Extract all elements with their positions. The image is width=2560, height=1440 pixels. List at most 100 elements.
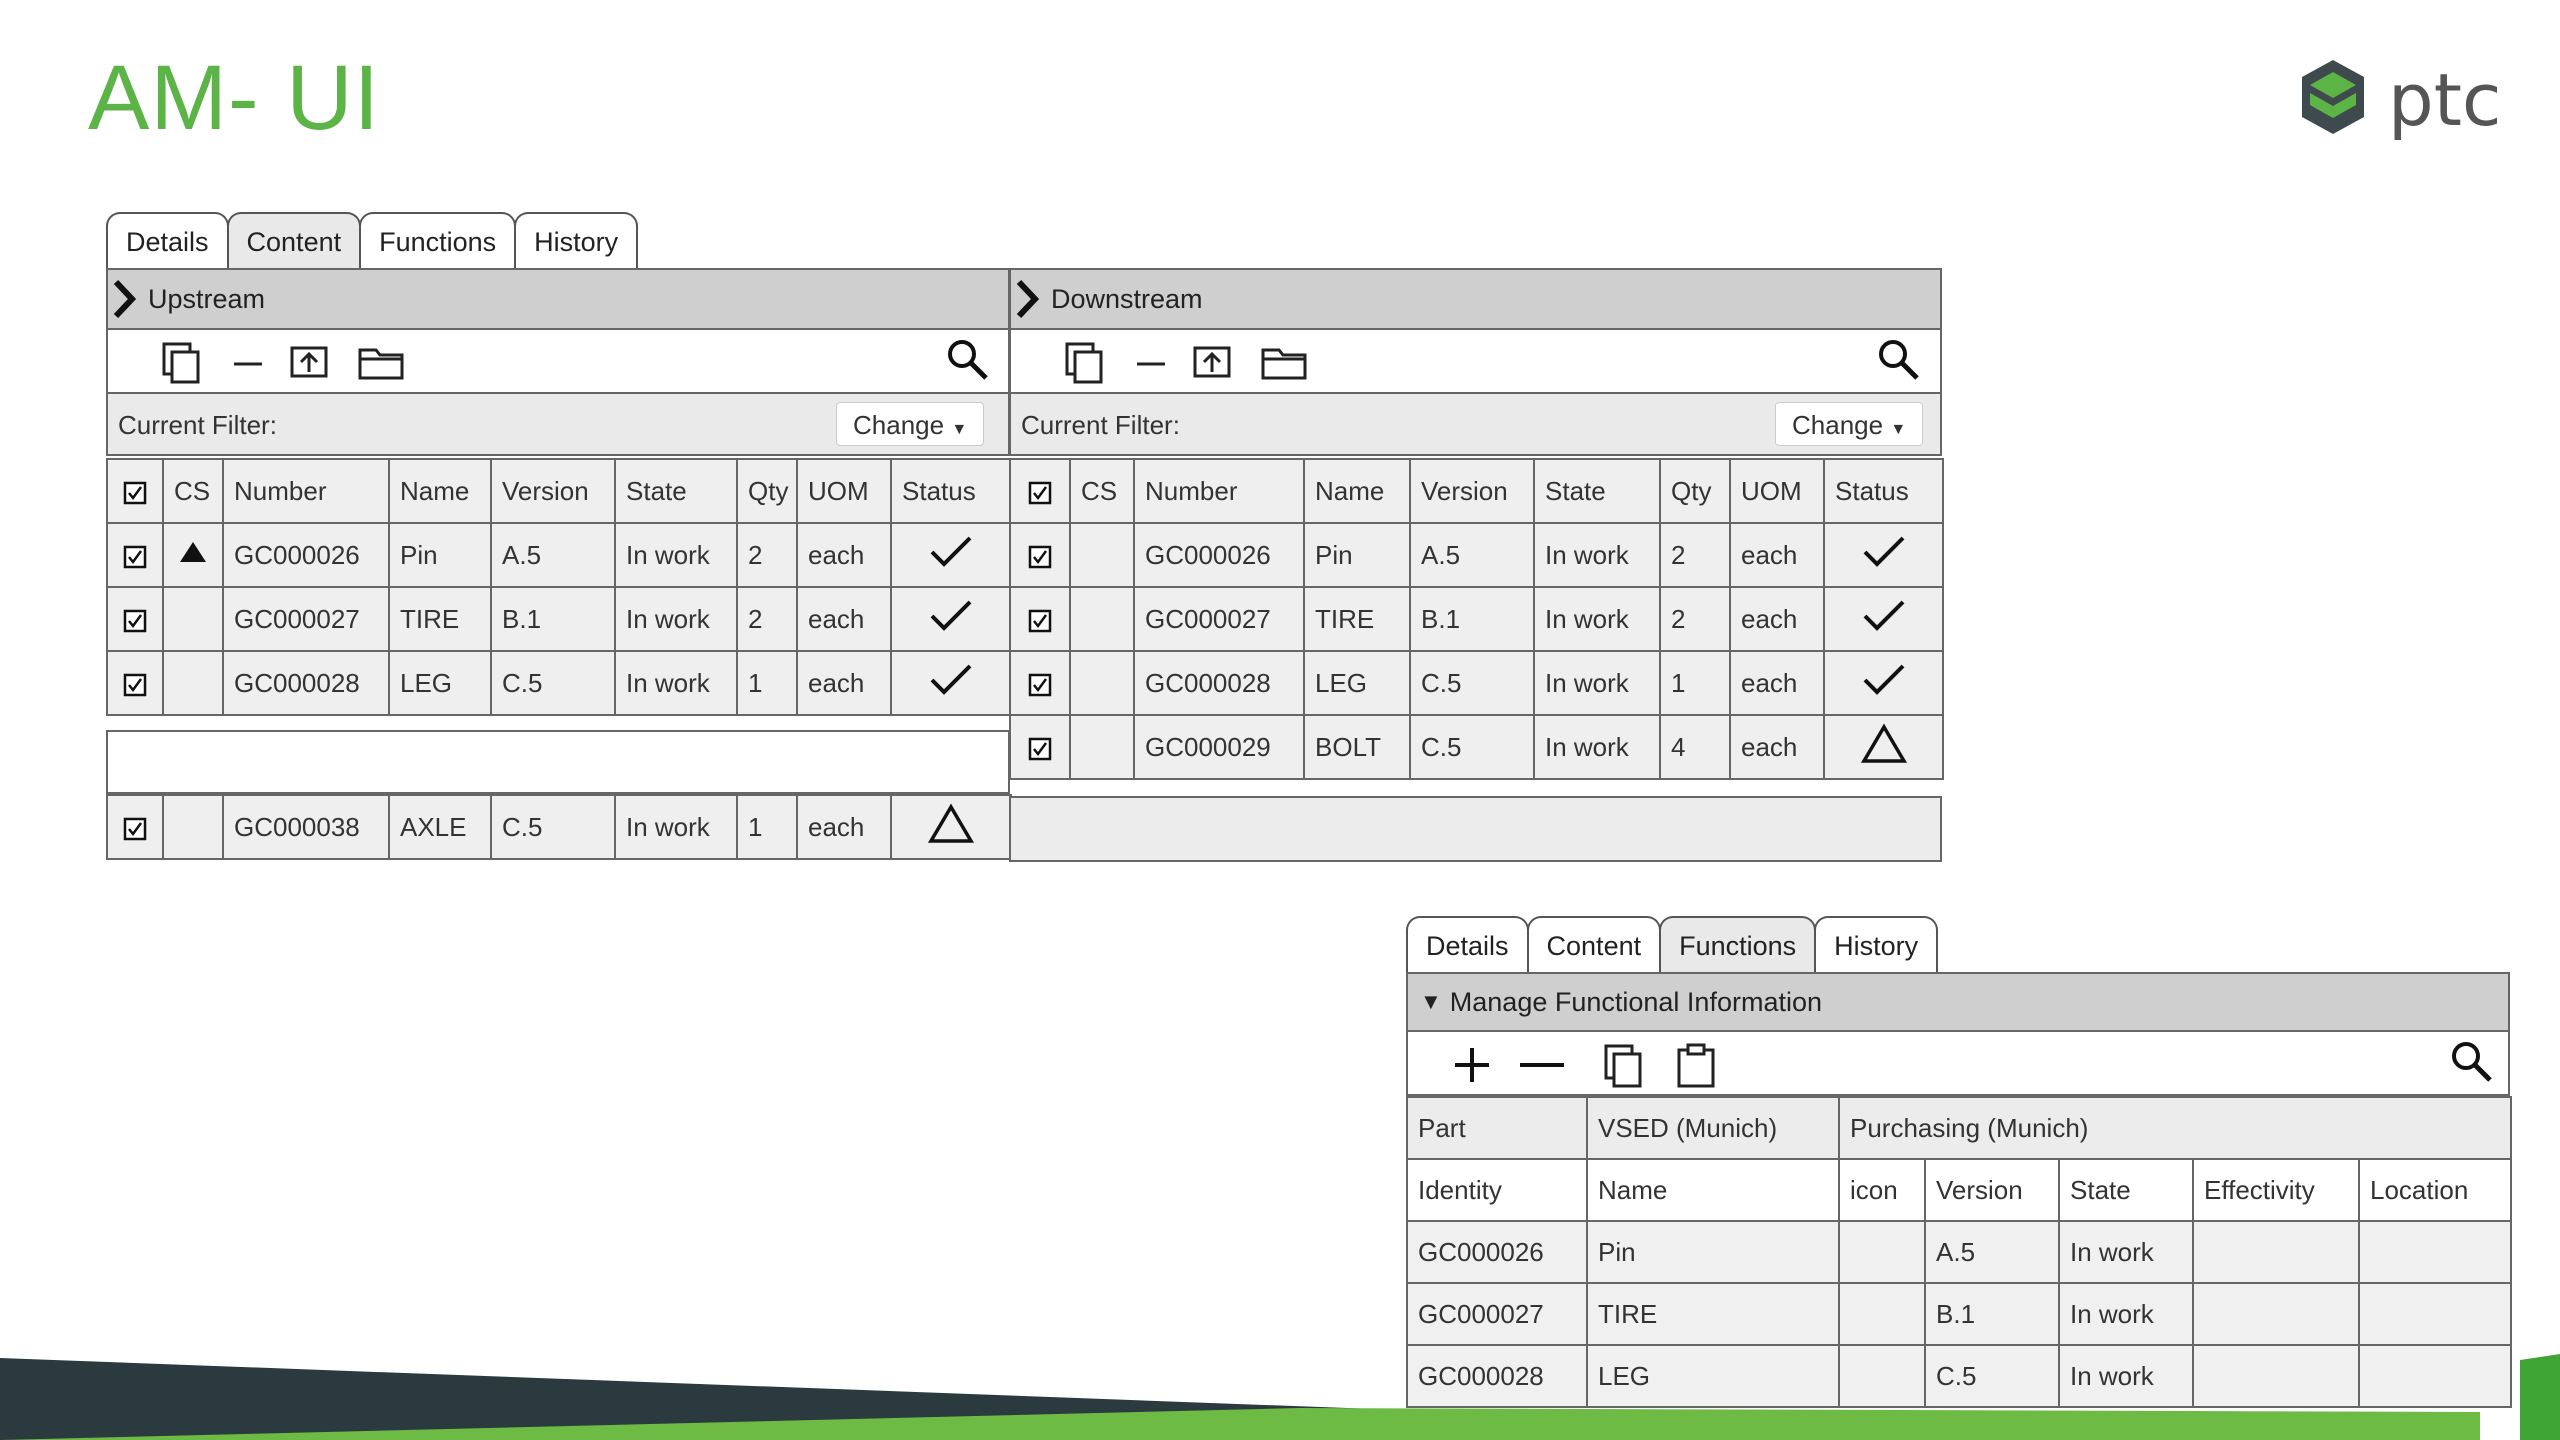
row-checkbox[interactable] [1009,586,1071,652]
column-header[interactable]: UOM [796,458,892,524]
cs-cell [1069,586,1135,652]
column-header[interactable]: Status [1823,458,1944,524]
column-header[interactable]: Version [1924,1158,2060,1222]
column-header[interactable]: CS [162,458,224,524]
select-all-checkbox[interactable] [106,458,164,524]
column-header[interactable]: Name [1303,458,1411,524]
column-header[interactable]: Qty [736,458,798,524]
add-icon[interactable] [1450,1042,1494,1088]
downstream-filter-bar: Current Filter: Change ▼ [1009,394,1942,456]
column-header[interactable]: Location [2357,1158,2513,1222]
insert-icon[interactable] [288,340,332,386]
name-cell: TIRE [1586,1282,1840,1346]
name-cell: TIRE [388,586,492,652]
name-cell: AXLE [388,794,492,860]
tab-history[interactable]: History [514,212,639,268]
folder-icon[interactable] [356,340,406,386]
column-header[interactable]: Number [1133,458,1305,524]
table-row[interactable]: GC000028 LEG C.5 In work 1 each [1009,650,1944,716]
chevron-right-icon[interactable] [108,276,148,322]
row-checkbox[interactable] [106,650,164,716]
change-filter-button[interactable]: Change ▼ [836,402,985,446]
cs-cell [162,586,224,652]
upstream-header[interactable]: Upstream [106,268,1010,330]
column-header[interactable]: UOM [1729,458,1825,524]
search-icon[interactable] [1875,336,1921,384]
table-row[interactable]: GC000027 TIRE B.1 In work 2 each [1009,586,1944,652]
remove-icon[interactable] [1516,1042,1568,1088]
folder-icon[interactable] [1259,340,1309,386]
checkbox-checked-icon [1028,673,1052,696]
column-header[interactable]: Effectivity [2192,1158,2360,1222]
row-checkbox[interactable] [1009,714,1071,780]
check-icon [1863,664,1904,695]
state-cell: In work [614,650,738,716]
remove-icon[interactable] [230,340,266,386]
copy-icon[interactable] [1063,340,1107,386]
column-header[interactable]: Number [222,458,390,524]
tab-details[interactable]: Details [1406,916,1529,972]
state-cell: In work [1533,650,1661,716]
tab-history[interactable]: History [1814,916,1939,972]
table-row[interactable]: GC000026 Pin A.5 In work [1406,1220,2513,1284]
row-checkbox[interactable] [106,794,164,860]
change-filter-button[interactable]: Change ▼ [1775,402,1924,446]
check-icon [1863,600,1904,631]
current-filter-label: Current Filter: [1021,410,1180,440]
column-header[interactable]: CS [1069,458,1135,524]
tab-functions[interactable]: Functions [1659,916,1817,972]
column-header[interactable]: Name [1586,1158,1840,1222]
state-cell: In work [2058,1282,2194,1346]
status-cell [890,650,1012,716]
state-cell: In work [2058,1220,2194,1284]
tab-details[interactable]: Details [106,212,229,268]
tab-content[interactable]: Content [226,212,362,268]
search-icon[interactable] [944,336,990,384]
version-cell: A.5 [1409,522,1535,588]
uom-cell: each [796,522,892,588]
column-header[interactable]: Name [388,458,492,524]
copy-icon[interactable] [1602,1042,1646,1090]
column-header[interactable]: Version [1409,458,1535,524]
table-row[interactable]: GC000026 Pin A.5 In work 2 each [106,522,1012,588]
table-row[interactable]: GC000028 LEG C.5 In work 1 each [106,650,1012,716]
table-row[interactable]: GC000038 AXLE C.5 In work 1 each [106,794,1012,860]
table-row[interactable]: GC000026 Pin A.5 In work 2 each [1009,522,1944,588]
column-header[interactable]: Status [890,458,1012,524]
tab-functions[interactable]: Functions [359,212,517,268]
uom-cell: each [796,650,892,716]
qty-cell: 2 [1659,586,1731,652]
downstream-header[interactable]: Downstream [1009,268,1942,330]
upstream-toolbar [106,330,1010,394]
icon-cell [1838,1220,1926,1284]
row-checkbox[interactable] [106,522,164,588]
column-header[interactable]: State [2058,1158,2194,1222]
remove-icon[interactable] [1133,340,1169,386]
column-header[interactable]: Qty [1659,458,1731,524]
downstream-title: Downstream [1051,283,1203,314]
column-header[interactable]: Identity [1406,1158,1588,1222]
functional-header[interactable]: ▼ Manage Functional Information [1406,972,2510,1032]
copy-icon[interactable] [160,340,204,386]
version-cell: A.5 [1924,1220,2060,1284]
paste-icon[interactable] [1674,1042,1718,1090]
row-checkbox[interactable] [106,586,164,652]
table-row[interactable]: GC000027 TIRE B.1 In work [1406,1282,2513,1346]
checkbox-checked-icon [1028,481,1052,504]
table-row[interactable]: GC000029 BOLT C.5 In work 4 each [1009,714,1944,780]
chevron-right-icon[interactable] [1011,276,1051,322]
insert-icon[interactable] [1191,340,1235,386]
column-header[interactable]: icon [1838,1158,1926,1222]
select-all-checkbox[interactable] [1009,458,1071,524]
column-header[interactable]: State [614,458,738,524]
table-row[interactable]: GC000027 TIRE B.1 In work 2 each [106,586,1012,652]
column-header[interactable]: State [1533,458,1661,524]
triangle-down-icon[interactable]: ▼ [1420,989,1442,1015]
tab-content[interactable]: Content [1526,916,1662,972]
column-header[interactable]: Version [490,458,616,524]
uom-cell: each [796,586,892,652]
row-checkbox[interactable] [1009,650,1071,716]
ptc-logo: ptc [2298,58,2502,148]
search-icon[interactable] [2448,1038,2494,1086]
row-checkbox[interactable] [1009,522,1071,588]
